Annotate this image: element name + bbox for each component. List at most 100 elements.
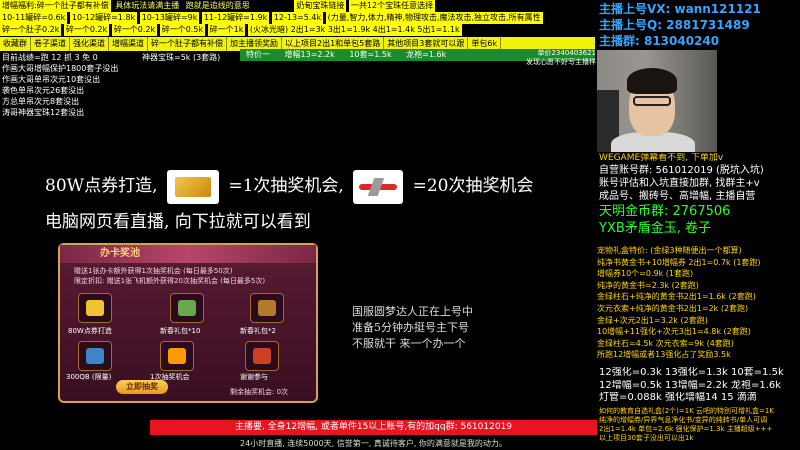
wegame-note: WEGAME弹幕看不到, 下单加v bbox=[599, 153, 724, 163]
prize-label: 新春礼包*2 bbox=[240, 327, 276, 335]
gold-coin-group: 天明金币群: 2767506 bbox=[599, 204, 731, 219]
offer-item: 10套=1.5k bbox=[349, 50, 392, 59]
offer-item: 龙袍=1.6k bbox=[406, 50, 447, 59]
offer-item: 特价一 bbox=[246, 50, 270, 59]
notice-line: 准备5分钟办挺号主下号 bbox=[352, 321, 469, 334]
airplane-icon bbox=[353, 169, 404, 204]
order-note-line: 发现心愿不好写主播样 bbox=[526, 58, 596, 66]
top-row-cell: 跑就是追线的意思 bbox=[185, 1, 250, 10]
price-line: 所跑12增幅或者13强化占了奖励3.5k bbox=[597, 350, 731, 360]
top-row-cell: 碎一个肚子0.2k bbox=[0, 24, 62, 36]
top-row-cell: 11-12罐碎=1.9k bbox=[201, 12, 270, 24]
top-row-cell: 增幅福利:碎一个肚子都有补偿 bbox=[0, 0, 111, 12]
price-line: 10增幅+11强化+次元3出1=4.8k (2套跑) bbox=[597, 327, 751, 337]
top-row-cell: 10-11罐碎=0.6k bbox=[0, 12, 68, 24]
record-line: 袭色单吊次元26套没出 bbox=[2, 86, 85, 95]
price-line: 增幅券10个=0.9k (1套跑) bbox=[597, 269, 694, 279]
extra-price-line: 以上项目30套子没出可以出1k bbox=[599, 434, 694, 442]
prize-slot[interactable] bbox=[78, 341, 112, 371]
upgrade-price-line: 灯管=0.088k 强化增幅14 15 滴滴 bbox=[599, 392, 757, 404]
prize-slot[interactable] bbox=[170, 293, 204, 323]
top-row-cell: 碎一个0.2k bbox=[63, 24, 110, 36]
account-line: 账号评估和入坑直接加群, 找群主+v bbox=[599, 178, 760, 189]
order-note: 单价2340403621 发现心愿不好写主播样 bbox=[498, 49, 596, 67]
tab-item[interactable]: 强化渠道 bbox=[70, 37, 109, 51]
price-line: 纯净书黄金书+10增幅券 2出1=0.7k (1套跑) bbox=[597, 257, 761, 267]
tab-item[interactable]: 收藏群 bbox=[0, 37, 31, 51]
webcam-hair bbox=[627, 68, 677, 94]
prize-label: 新春礼包*10 bbox=[160, 327, 201, 335]
prize-label: 80W点券打造 bbox=[68, 327, 112, 335]
streamer-group: 主播群: 813040240 bbox=[599, 34, 720, 48]
extra-price-line: 2出1=1.4k 单包=2.6k 强化保护=1.3k 主播超级+++ bbox=[599, 425, 773, 433]
record-line: 作画大哥单吊次元10套没出 bbox=[2, 75, 101, 84]
record-line: 涛哥神器宝珠12套没出 bbox=[2, 108, 85, 117]
top-row-3: 碎一个肚子0.2k 碎一个0.2k 碎一个0.2k 碎一个0.5k 碎一个1k … bbox=[0, 24, 462, 36]
streamer-qq: 主播上号Q: 2881731489 bbox=[599, 18, 750, 32]
notice-line: 不服就干 来一个办一个 bbox=[352, 337, 466, 350]
pet-gift-price-list: 宠物礼盒特价: (金绿3种随便出一个都算) 纯净书黄金书+10增幅券 2出1=0… bbox=[597, 245, 800, 361]
price-line: 金绿+次元2出1=3.2k (2套跑) bbox=[597, 315, 708, 325]
tab-item[interactable]: 增幅渠道 bbox=[109, 37, 148, 51]
tab-item[interactable]: 碎一个肚子都有补偿 bbox=[148, 37, 227, 51]
lottery-card: 办卡奖池 赠送1张办卡额外获得1次抽奖机会 (每日最多50次) 限定折扣: 赠送… bbox=[58, 243, 318, 403]
stream-notice: 国服圆梦达人正在上号中 准备5分钟办挺号主下号 不服就干 来一个办一个 bbox=[352, 304, 522, 352]
upgrade-price-list: 12强化=0.3k 13强化=1.3k 10套=1.5k 12增幅=0.5k 1… bbox=[599, 367, 799, 405]
lottery-desc: 限定折扣: 赠送1张飞机额外获得20次抽奖机会 (每日最多5次) bbox=[74, 277, 266, 285]
prize-slot[interactable] bbox=[250, 293, 284, 323]
price-line: 金绿柱石=4.5k 次元衣索=9k (4套跑) bbox=[597, 338, 734, 348]
offer-item: 增幅13=2.2k bbox=[284, 50, 335, 59]
lottery-desc: 赠送1张办卡额外获得1次抽奖机会 (每日最多50次) bbox=[74, 267, 233, 275]
prize-label: 300QB (限量) bbox=[66, 373, 112, 381]
upgrade-price-line: 12强化=0.3k 13强化=1.3k 10套=1.5k bbox=[599, 367, 784, 378]
account-line: 成品号、搬砖号、高增幅, 主播自营 bbox=[599, 191, 756, 202]
extra-price-list: 如何的教育自选礼盒(2个)=1K 云吧的特别可增礼盒=1K 纯净的增幅券/异界气… bbox=[599, 407, 799, 443]
bottom-announcement-bar: 主播要, 全身12增幅, 或者单件15以上账号,有的加qq群: 56101201… bbox=[150, 420, 597, 435]
draw-button[interactable]: 立即抽奖 bbox=[116, 380, 168, 394]
notice-line: 国服圆梦达人正在上号中 bbox=[352, 305, 473, 318]
order-note-line: 单价2340403621 bbox=[537, 49, 596, 57]
top-row-cell: 奶甸宝珠链接 bbox=[294, 0, 347, 12]
tab-item[interactable]: 卷子渠道 bbox=[31, 37, 70, 51]
top-row-1: 增幅福利:碎一个肚子都有补偿 具体玩法请满主播 跑就是追线的意思 奶甸宝珠链接 … bbox=[0, 0, 436, 12]
top-row-cell: 10-12罐碎=1.8k bbox=[69, 12, 138, 24]
top-row-cell: 碎一个0.5k bbox=[159, 24, 206, 36]
top-row-2: 10-11罐碎=0.6k 10-12罐碎=1.8k 10-13罐碎=9k 11-… bbox=[0, 12, 543, 24]
promo-text: =20次抽奖机会 bbox=[412, 176, 534, 196]
price-line: 纯净的黄金书=2.3k (2套跑) bbox=[597, 280, 699, 290]
yxb-line: YXB矛盾金玉, 卷子 bbox=[599, 221, 712, 236]
top-row-cell: 12-13=5.4k bbox=[271, 12, 324, 24]
prize-slot[interactable] bbox=[160, 341, 194, 371]
bottom-slogan: 24小时直播, 连续5000天, 信誉第一, 真诚待客户, 你的满意就是我的动力… bbox=[240, 439, 507, 448]
record-line: 方总单吊次元8套没出 bbox=[2, 97, 80, 106]
promo-subtext: 电脑网页看直播, 向下拉就可以看到 bbox=[45, 212, 311, 232]
top-row-cell: 碎一个1k bbox=[207, 24, 246, 36]
prize-slot[interactable] bbox=[78, 293, 112, 323]
promo-text: =1次抽奖机会, bbox=[228, 176, 344, 196]
streamer-vx: 主播上号VX: wann121121 bbox=[599, 2, 761, 16]
gold-ticket-icon bbox=[166, 169, 219, 204]
record-list: 目前战绩=跑 12 抓 3 免 0 神器宝珠=5k (3套路) 作画大哥增幅保护… bbox=[2, 52, 232, 118]
price-line: 次元衣索+纯净的黄金书2出1=2k (2套跑) bbox=[597, 303, 749, 313]
promo-text: 80W点券打造, bbox=[45, 176, 158, 196]
remaining-chances: 剩余抽奖机会: 0次 bbox=[230, 388, 289, 396]
extra-price-line: 如何的教育自选礼盒(2个)=1K 云吧的特别可增礼盒=1K bbox=[599, 407, 774, 415]
top-row-cell: 碎一个0.2k bbox=[111, 24, 158, 36]
upgrade-price-line: 12增幅=0.5k 13增幅=2.2k 龙袍=1.6k bbox=[599, 379, 782, 391]
top-row-cell: 10-13罐碎=9k bbox=[139, 12, 200, 24]
record-line: 神器宝珠=5k (3套路) bbox=[142, 53, 221, 62]
self-account-group: 自营账号群: 561012019 (脱坑入坑) bbox=[599, 165, 764, 176]
lottery-card-title: 办卡奖池 bbox=[60, 245, 316, 263]
promo-banner: 80W点券打造, =1次抽奖机会, =20次抽奖机会 电脑网页看直播, 向下拉就… bbox=[45, 168, 595, 240]
webcam-glasses bbox=[633, 96, 671, 106]
price-line: 宠物礼盒特价: (金绿3种随便出一个都算) bbox=[597, 246, 742, 255]
prize-label: 谢谢参与 bbox=[240, 373, 268, 381]
record-line: 作画大哥增幅保护1800套子没出 bbox=[2, 64, 119, 73]
prize-slot[interactable] bbox=[245, 341, 279, 371]
streamer-contacts: 主播上号VX: wann121121 主播上号Q: 2881731489 主播群… bbox=[599, 1, 799, 49]
top-row-cell: 具体玩法请满主播 bbox=[115, 1, 180, 10]
webcam-feed bbox=[597, 50, 717, 152]
price-line: 金绿柱石+纯净的黄金书2出1=1.6k (2套跑) bbox=[597, 292, 756, 302]
top-row-cell: (力量,智力,体力,精神,物理攻击,魔法攻击,独立攻击,所有属性 bbox=[325, 12, 543, 24]
top-row-cell: 一共12个宝珠任意选择 bbox=[348, 0, 436, 12]
